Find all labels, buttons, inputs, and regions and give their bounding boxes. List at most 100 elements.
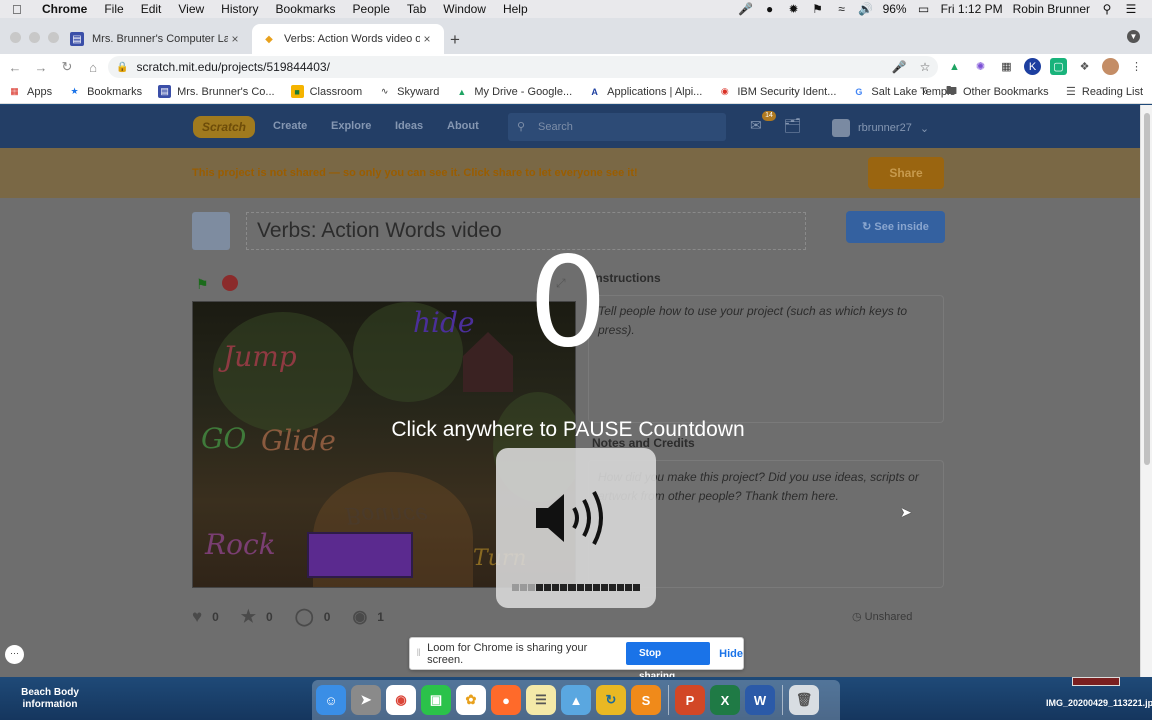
- url-text[interactable]: scratch.mit.edu/projects/519844403/: [136, 60, 886, 74]
- battery-icon[interactable]: ▭: [917, 2, 931, 16]
- puzzle-icon[interactable]: ❖: [1076, 58, 1093, 75]
- project-author-avatar[interactable]: [192, 212, 230, 250]
- control-center-icon[interactable]: ☰: [1124, 2, 1138, 16]
- launchpad-icon[interactable]: ➤: [351, 685, 381, 715]
- loom-icon[interactable]: ✺: [972, 58, 989, 75]
- menu-edit[interactable]: Edit: [141, 2, 162, 16]
- other-bookmarks[interactable]: 🖿 Other Bookmarks: [946, 82, 1049, 101]
- search-input[interactable]: ⚲ Search: [508, 113, 726, 141]
- account-menu[interactable]: rbrunner27 ⌄: [832, 119, 929, 137]
- loom-more-icon[interactable]: ⋯: [5, 645, 24, 664]
- search-icon[interactable]: ⚲: [1100, 2, 1114, 16]
- tab-search-icon[interactable]: ▼: [1127, 30, 1140, 43]
- nav-about[interactable]: About: [447, 120, 479, 132]
- see-inside-button[interactable]: ↻ See inside: [846, 211, 945, 243]
- home-button[interactable]: ⌂: [80, 60, 106, 75]
- menu-bookmarks[interactable]: Bookmarks: [276, 2, 336, 16]
- bookmark-bookmarks[interactable]: ★ Bookmarks: [68, 85, 143, 98]
- bookmark-classroom[interactable]: ■ Classroom: [290, 85, 362, 98]
- stop-sharing-button[interactable]: Stop sharing: [625, 642, 711, 682]
- gear-icon[interactable]: ✹: [787, 2, 801, 16]
- excel-icon[interactable]: X: [710, 685, 740, 715]
- stop-icon[interactable]: [222, 275, 238, 291]
- k-extension-icon[interactable]: K: [1024, 58, 1041, 75]
- scratch-logo[interactable]: Scratch: [193, 116, 255, 138]
- menu-window[interactable]: Window: [443, 2, 486, 16]
- photos-icon[interactable]: ✿: [456, 685, 486, 715]
- tab-scratch-project[interactable]: ◆ Verbs: Action Words video on Scratch ×: [252, 24, 444, 54]
- nav-explore[interactable]: Explore: [331, 120, 371, 132]
- firefox-icon[interactable]: ●: [491, 685, 521, 715]
- menu-view[interactable]: View: [178, 2, 204, 16]
- nav-ideas[interactable]: Ideas: [395, 120, 423, 132]
- scrollbar-thumb[interactable]: [1144, 113, 1150, 465]
- countdown-number[interactable]: 0: [470, 228, 666, 378]
- trash-icon[interactable]: 🗑: [789, 685, 819, 715]
- user-name[interactable]: Robin Brunner: [1013, 2, 1090, 16]
- powerpoint-icon[interactable]: P: [675, 685, 705, 715]
- volume-icon[interactable]: 🔊: [858, 2, 873, 16]
- hide-button[interactable]: Hide: [719, 648, 743, 660]
- bookmark-skyward[interactable]: ∿ Skyward: [378, 85, 439, 98]
- bookmark-salt-lake-temple[interactable]: G Salt Lake Temple: [852, 85, 955, 98]
- green-extension-icon[interactable]: ▢: [1050, 58, 1067, 75]
- bookmark-my-drive[interactable]: ▲ My Drive - Google...: [455, 85, 572, 98]
- microphone-icon[interactable]: 🎤: [886, 60, 912, 74]
- reload-button[interactable]: ↻: [54, 59, 80, 75]
- extension-grid-icon[interactable]: ▦: [998, 58, 1015, 75]
- menu-file[interactable]: File: [104, 2, 123, 16]
- profile-avatar[interactable]: [1102, 58, 1119, 75]
- sequel-pro-icon[interactable]: ▲: [561, 685, 591, 715]
- recording-icon[interactable]: ●: [763, 2, 777, 16]
- google-drive-icon[interactable]: ▲: [946, 58, 963, 75]
- chrome-icon[interactable]: ◉: [386, 685, 416, 715]
- forward-button[interactable]: →: [28, 60, 54, 75]
- wifi-icon[interactable]: ≈: [835, 2, 849, 16]
- pause-countdown-text[interactable]: Click anywhere to PAUSE Countdown: [300, 418, 836, 442]
- flag-icon[interactable]: ⚑: [811, 2, 825, 16]
- new-tab-button[interactable]: +: [450, 30, 460, 50]
- apple-icon[interactable]: : [12, 2, 34, 17]
- word-icon[interactable]: W: [745, 685, 775, 715]
- more-menu-icon[interactable]: ⋮: [1128, 58, 1145, 75]
- bookmark-applications[interactable]: A Applications | Alpi...: [588, 85, 702, 98]
- share-button[interactable]: Share: [868, 157, 944, 189]
- bookmark-apps[interactable]: ▦ Apps: [8, 85, 52, 98]
- menu-app-name[interactable]: Chrome: [42, 2, 87, 16]
- bookmark-mrs-brunner[interactable]: ▤ Mrs. Brunner's Co...: [158, 85, 275, 98]
- desktop-folder-label[interactable]: Beach Body information: [12, 687, 88, 711]
- finder-icon[interactable]: ☺: [316, 685, 346, 715]
- bookmark-star-icon[interactable]: ☆: [912, 60, 938, 74]
- favorite-stat[interactable]: ★ 0: [241, 607, 273, 627]
- time-machine-icon[interactable]: ↻: [596, 685, 626, 715]
- desktop-image-label[interactable]: IMG_20200429_113221.jpg: [1046, 698, 1152, 709]
- desktop-image-thumbnail[interactable]: [1072, 677, 1120, 686]
- green-flag-icon[interactable]: ⚑: [196, 276, 209, 293]
- tab-computer-lab[interactable]: ▤ Mrs. Brunner's Computer Lab ×: [60, 24, 252, 54]
- messages-icon[interactable]: ✉: [750, 117, 762, 134]
- back-button[interactable]: ←: [2, 60, 28, 75]
- clock[interactable]: Fri 1:12 PM: [941, 2, 1003, 16]
- lock-icon[interactable]: 🔒: [116, 62, 128, 73]
- close-tab-icon[interactable]: ×: [228, 32, 242, 46]
- minimize-window-button[interactable]: [29, 32, 40, 43]
- close-tab-icon[interactable]: ×: [420, 32, 434, 46]
- menu-tab[interactable]: Tab: [407, 2, 426, 16]
- menu-people[interactable]: People: [353, 2, 390, 16]
- facetime-icon[interactable]: ▣: [421, 685, 451, 715]
- microphone-icon[interactable]: 🎤: [738, 2, 753, 16]
- more-bookmarks-button[interactable]: »: [922, 86, 928, 98]
- menu-history[interactable]: History: [221, 2, 258, 16]
- my-stuff-icon[interactable]: 🗂: [784, 117, 802, 134]
- notes-icon[interactable]: ☰: [526, 685, 556, 715]
- reading-list[interactable]: ☰ Reading List: [1066, 85, 1143, 99]
- address-bar[interactable]: 🔒 scratch.mit.edu/projects/519844403/ 🎤 …: [108, 56, 938, 78]
- scratch-app-icon[interactable]: S: [631, 685, 661, 715]
- love-stat[interactable]: ♥ 0: [192, 607, 219, 627]
- menu-help[interactable]: Help: [503, 2, 528, 16]
- nav-create[interactable]: Create: [273, 120, 307, 132]
- zoom-window-button[interactable]: [48, 32, 59, 43]
- drag-handle-icon[interactable]: ‖: [410, 648, 427, 659]
- page-scrollbar[interactable]: [1140, 105, 1152, 677]
- close-window-button[interactable]: [10, 32, 21, 43]
